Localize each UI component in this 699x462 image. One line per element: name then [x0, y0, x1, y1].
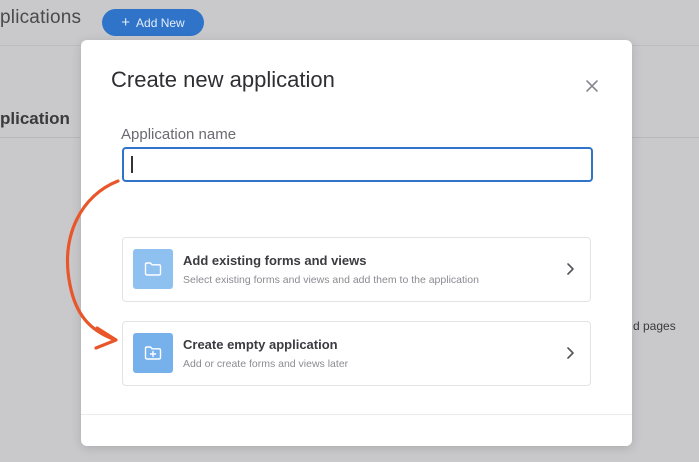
- close-icon[interactable]: [584, 78, 600, 94]
- add-new-label: Add New: [136, 15, 185, 30]
- add-existing-forms-option[interactable]: Add existing forms and views Select exis…: [122, 237, 591, 302]
- section-divider-right: [632, 137, 699, 138]
- application-name-label: Application name: [121, 126, 237, 143]
- chevron-right-icon: [567, 263, 574, 275]
- page-title: plications: [0, 7, 82, 28]
- section-title: plication: [0, 109, 70, 128]
- plus-icon: +: [121, 14, 131, 31]
- folder-plus-icon: [133, 333, 173, 373]
- background-side-text: d pages: [633, 319, 676, 333]
- option-description: Select existing forms and views and add …: [183, 274, 479, 286]
- section-divider: [0, 137, 80, 138]
- create-application-dialog: Create new application Application name …: [81, 40, 632, 446]
- dialog-title: Create new application: [111, 67, 335, 92]
- folder-icon: [133, 249, 173, 289]
- option-title: Add existing forms and views: [183, 253, 367, 268]
- option-title: Create empty application: [183, 337, 338, 352]
- option-description: Add or create forms and views later: [183, 358, 349, 370]
- create-empty-application-option[interactable]: Create empty application Add or create f…: [122, 321, 591, 386]
- chevron-right-icon: [567, 347, 574, 359]
- text-cursor: [131, 156, 133, 173]
- add-new-button[interactable]: + Add New: [102, 9, 204, 36]
- application-name-input[interactable]: [122, 147, 593, 182]
- dialog-footer-divider: [81, 414, 632, 415]
